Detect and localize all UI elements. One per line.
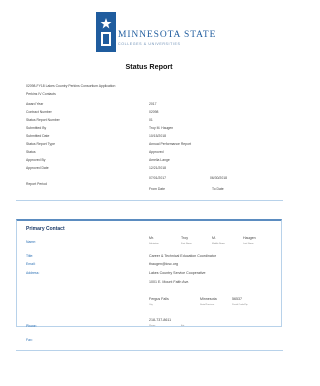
address-label: Address: xyxy=(26,271,40,275)
last-name-value: Haugen xyxy=(243,236,256,240)
field-label: Submitted Date xyxy=(26,134,50,138)
report-period-to: 06/30/2018 xyxy=(210,176,227,180)
field-label: Approved Date xyxy=(26,166,49,170)
state-value: Minnesota xyxy=(200,297,217,301)
report-period-label: Report Period xyxy=(26,182,47,186)
phone-label: Phone: xyxy=(26,324,37,328)
field-label: Contract Number xyxy=(26,110,52,114)
phone-caption: Phone xyxy=(149,325,156,327)
zip-caption: Postal Code/Zip xyxy=(232,304,248,306)
field-value: 01 xyxy=(149,118,153,122)
middle-name-caption: Middle Name xyxy=(212,243,225,245)
city-caption: City xyxy=(149,304,153,306)
phone-ext-caption: Ext. xyxy=(181,325,185,327)
field-label: Submitted By xyxy=(26,126,47,130)
field-value: Troy M. Haugen xyxy=(149,126,174,130)
report-period-from: 07/01/2017 xyxy=(149,176,166,180)
email-label: Email: xyxy=(26,262,36,266)
to-date-label: To Date xyxy=(212,187,224,191)
address-line2: 1001 E. Mount Faith Ave. xyxy=(149,280,190,284)
title-value: Career & Technical Education Coordinator xyxy=(149,254,217,258)
logo-title: MINNESOTA STATE xyxy=(118,30,217,40)
email-value[interactable]: thaugen@lcsc.org xyxy=(149,262,178,266)
primary-contact-title: Primary Contact xyxy=(26,226,65,232)
field-label: Status Report Number xyxy=(26,118,60,122)
city-value: Fergus Falls xyxy=(149,297,169,301)
salutation-value: Mr. xyxy=(149,236,154,240)
first-name-caption: First Name xyxy=(181,243,192,245)
zip-value: 56537 xyxy=(232,297,242,301)
field-label: Approved By xyxy=(26,158,46,162)
middle-name-value: M. xyxy=(212,236,216,240)
field-label: Status xyxy=(26,150,36,154)
field-value: 10/15/2018 xyxy=(149,134,166,138)
field-value: Amelia Lange xyxy=(149,158,170,162)
field-value: 2017 xyxy=(149,102,157,106)
contacts-heading: Perkins IV Contacts xyxy=(26,92,56,96)
salutation-caption: Salutation xyxy=(149,243,159,245)
page-title: Status Report xyxy=(125,62,173,71)
field-value: 12/21/2018 xyxy=(149,166,166,170)
divider xyxy=(16,350,283,351)
application-title: 02098-FY18 Lakes Country Perkins Consort… xyxy=(26,84,116,88)
state-caption: State/Province xyxy=(200,304,215,306)
from-date-label: From Date xyxy=(149,187,166,191)
field-label: Award Year xyxy=(26,102,44,106)
divider xyxy=(16,200,283,201)
logo-subtitle: COLLEGES & UNIVERSITIES xyxy=(118,42,181,46)
field-label: Status Report Type xyxy=(26,142,55,146)
minnesota-state-logo-icon xyxy=(96,12,116,52)
phone-value: 218-737-8611 xyxy=(149,318,172,322)
field-value: 02098 xyxy=(149,110,159,114)
fax-label: Fax: xyxy=(26,338,33,342)
title-label: Title: xyxy=(26,254,34,258)
last-name-caption: Last Name xyxy=(243,243,254,245)
first-name-value: Troy xyxy=(181,236,189,240)
name-label: Name: xyxy=(26,240,36,244)
address-line1: Lakes Country Service Cooperative xyxy=(149,271,206,275)
field-value: Approved xyxy=(149,150,164,154)
logo: MINNESOTA STATE COLLEGES & UNIVERSITIES xyxy=(96,12,215,52)
field-value: Annual Performance Report xyxy=(149,142,192,146)
